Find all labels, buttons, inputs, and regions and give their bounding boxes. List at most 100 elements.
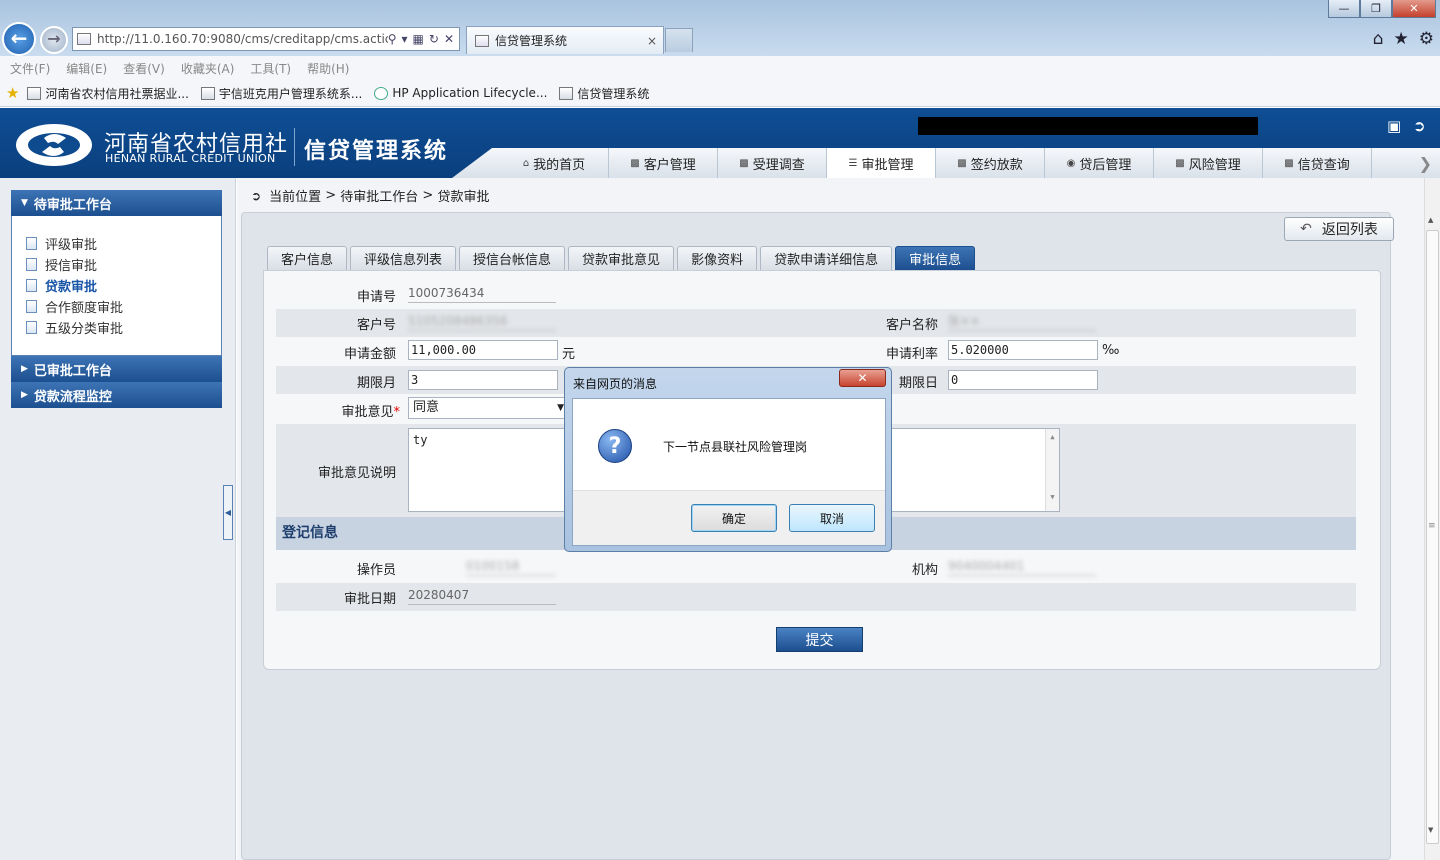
rate-input[interactable] <box>948 340 1098 360</box>
breadcrumb-sep: > <box>325 188 337 203</box>
menu-view[interactable]: 查看(V) <box>123 60 165 77</box>
sidebar-item-fivelevel[interactable]: 五级分类审批 <box>26 318 123 337</box>
page-scrollbar[interactable]: ▲ ≡ ▼ <box>1424 178 1440 860</box>
browser-titlebar: — ❐ ✕ ← → http://11.0.160.70:9080/cms/cr… <box>0 0 1440 56</box>
return-label: 返回列表 <box>1321 222 1378 238</box>
collapsed-triangle-icon: ▶ <box>21 390 28 400</box>
breadcrumb: ➲ 当前位置 > 待审批工作台 > 贷款审批 <box>251 186 489 205</box>
app-no-value: 1000736434 <box>408 283 556 303</box>
tab-customer-info[interactable]: 客户信息 <box>267 246 348 270</box>
compat-view-icon[interactable]: ▦ <box>413 32 424 46</box>
breadcrumb-item[interactable]: 待审批工作台 <box>340 186 418 205</box>
tab-loan-detail[interactable]: 贷款申请详细信息 <box>760 246 893 270</box>
scroll-thumb[interactable] <box>1426 230 1439 844</box>
address-bar[interactable]: http://11.0.160.70:9080/cms/creditapp/cm… <box>72 27 460 51</box>
dialog-ok-button[interactable]: 确定 <box>691 504 777 532</box>
favorite-item[interactable]: 信贷管理系统 <box>559 85 649 102</box>
app-header: 河南省农村信用社 HENAN RURAL CREDIT UNION 信贷管理系统… <box>0 108 1440 178</box>
tab-loan-opinion[interactable]: 贷款审批意见 <box>568 246 675 270</box>
nav-approval[interactable]: ☰ 审批管理 <box>827 148 936 178</box>
postloan-icon: ◉ <box>1066 157 1076 169</box>
document-icon <box>26 321 37 334</box>
menu-help[interactable]: 帮助(H) <box>307 60 349 77</box>
chevron-right-icon[interactable]: ❯ <box>1419 154 1432 173</box>
return-list-button[interactable]: ↶ 返回列表 <box>1284 217 1394 241</box>
opinion-select[interactable]: 同意 ▼ <box>408 397 568 419</box>
dialog-cancel-button[interactable]: 取消 <box>789 504 875 532</box>
back-button[interactable]: ← <box>2 22 36 56</box>
tab-credit-ledger[interactable]: 授信台帐信息 <box>459 246 566 270</box>
favorites-star-icon[interactable]: ★ <box>6 84 19 102</box>
dropdown-icon[interactable]: ▾ <box>402 32 408 46</box>
nav-postloan[interactable]: ◉ 贷后管理 <box>1045 148 1154 178</box>
new-tab-button[interactable] <box>665 28 693 52</box>
sidebar-item-rating[interactable]: 评级审批 <box>26 234 97 253</box>
stop-icon[interactable]: ✕ <box>444 32 454 46</box>
menu-tools[interactable]: 工具(T) <box>250 60 291 77</box>
sidebar-collapse-handle[interactable]: ◀ <box>223 485 233 540</box>
tab-bar: 客户信息 评级信息列表 授信台帐信息 贷款审批意见 影像资料 贷款申请详细信息 … <box>267 246 976 270</box>
search-icon[interactable]: ⚲ <box>388 32 397 46</box>
sidebar-item-label: 授信审批 <box>45 259 98 274</box>
dialog-close-button[interactable]: ✕ <box>839 369 886 387</box>
favorite-item[interactable]: 河南省农村信用社票据业... <box>27 85 189 102</box>
sidebar-item-credit[interactable]: 授信审批 <box>26 255 97 274</box>
amount-unit: 元 <box>562 347 576 362</box>
sidebar-section-approved[interactable]: ▶ 已审批工作台 <box>11 356 222 382</box>
opinion-selected: 同意 <box>413 400 440 415</box>
forward-button[interactable]: → <box>40 26 68 54</box>
nav-survey[interactable]: ▩ 受理调查 <box>718 148 827 178</box>
address-text[interactable]: http://11.0.160.70:9080/cms/creditapp/cm… <box>97 32 388 46</box>
org-label: 机构 <box>911 563 938 578</box>
form-row: 申请金额 元 申请利率 ‰ <box>276 337 1356 365</box>
logout-icon[interactable]: ➲ <box>1413 117 1426 135</box>
tab-close-icon[interactable]: × <box>647 34 663 48</box>
opinion-desc-label: 审批意见说明 <box>317 466 396 481</box>
term-month-input[interactable] <box>408 370 558 390</box>
operator-value: 0100158 <box>466 556 556 576</box>
home-icon[interactable]: ⌂ <box>1373 29 1384 49</box>
scroll-up-icon[interactable]: ▲ <box>1428 216 1433 224</box>
star-icon[interactable]: ★ <box>1394 29 1409 49</box>
menu-favorites[interactable]: 收藏夹(A) <box>181 60 235 77</box>
nav-query[interactable]: ▩ 信贷查询 <box>1263 148 1372 178</box>
close-window-button[interactable]: ✕ <box>1392 0 1436 18</box>
location-icon: ➲ <box>251 188 262 203</box>
survey-icon: ▩ <box>739 157 749 169</box>
gear-icon[interactable]: ⚙ <box>1419 29 1434 49</box>
term-day-input[interactable] <box>948 370 1098 390</box>
dialog-body: ? 下一节点县联社风险管理岗 确定 取消 <box>572 398 886 546</box>
menu-file[interactable]: 文件(F) <box>10 60 50 77</box>
sidebar-section-monitor[interactable]: ▶ 贷款流程监控 <box>11 382 222 408</box>
query-icon: ▩ <box>1284 157 1294 169</box>
nav-label: 客户管理 <box>643 157 696 173</box>
favorite-item[interactable]: HP Application Lifecycle... <box>374 86 547 100</box>
textarea-scrollbar[interactable]: ▲ ▼ <box>1045 429 1059 511</box>
monitor-icon[interactable]: ▣ <box>1387 117 1401 135</box>
tab-images[interactable]: 影像资料 <box>677 246 758 270</box>
nav-home[interactable]: ⌂ 我的首页 <box>500 148 609 178</box>
window-controls: — ❐ ✕ <box>1328 0 1436 18</box>
nav-risk[interactable]: ▩ 风险管理 <box>1154 148 1263 178</box>
logo-divider <box>294 128 295 166</box>
sidebar-item-coop[interactable]: 合作额度审批 <box>26 297 123 316</box>
maximize-button[interactable]: ❐ <box>1360 0 1392 18</box>
minimize-button[interactable]: — <box>1328 0 1360 18</box>
nav-label: 受理调查 <box>752 157 805 173</box>
collapsed-triangle-icon: ▶ <box>21 364 28 374</box>
menu-edit[interactable]: 编辑(E) <box>66 60 107 77</box>
nav-customer[interactable]: ▩ 客户管理 <box>609 148 718 178</box>
submit-button[interactable]: 提交 <box>776 627 863 652</box>
browser-tab[interactable]: 信贷管理系统 × <box>466 26 664 54</box>
amount-input[interactable] <box>408 340 558 360</box>
tab-approval-info[interactable]: 审批信息 <box>895 246 976 270</box>
sidebar-section-pending[interactable]: ▼ 待审批工作台 <box>11 190 222 216</box>
favorite-item[interactable]: 宇信班克用户管理系统系... <box>200 85 362 102</box>
sidebar-item-loan[interactable]: 贷款审批 <box>26 276 97 295</box>
document-icon <box>26 258 37 271</box>
scroll-down-icon[interactable]: ▼ <box>1428 826 1433 834</box>
date-label: 审批日期 <box>343 592 396 607</box>
refresh-icon[interactable]: ↻ <box>429 32 439 46</box>
tab-rating-list[interactable]: 评级信息列表 <box>350 246 457 270</box>
nav-contract[interactable]: ▩ 签约放款 <box>936 148 1045 178</box>
